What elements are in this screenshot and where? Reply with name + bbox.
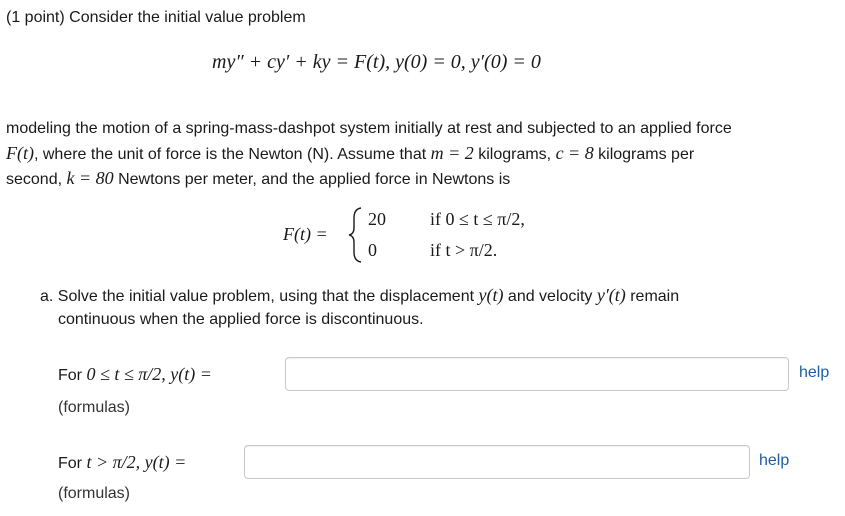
- piecewise-lhs: F(t) =: [283, 224, 328, 244]
- force-symbol: F(t): [6, 143, 34, 163]
- answer-2-prefix: For: [58, 455, 87, 472]
- paragraph-line-3: second, k = 80 Newtons per meter, and th…: [6, 168, 510, 190]
- answer-2-formulas-link[interactable]: (formulas): [58, 484, 130, 504]
- answer-1-input[interactable]: [285, 357, 789, 391]
- paragraph-line-2: F(t), where the unit of force is the New…: [6, 143, 694, 165]
- answer-2-condition: t > π/2, y(t) =: [86, 452, 187, 472]
- answer-2-label: For t > π/2, y(t) =: [58, 452, 186, 474]
- piecewise-brace: [348, 207, 362, 263]
- piecewise-value-2: 0: [368, 240, 377, 260]
- spring-value: k = 80: [66, 168, 114, 188]
- velocity-symbol: y′(t): [596, 285, 626, 305]
- part-a-text: and velocity: [503, 288, 597, 305]
- answer-1-prefix: For: [58, 367, 87, 384]
- para-text: Newtons per meter, and the applied force…: [113, 171, 511, 188]
- part-a-text: a. Solve the initial value problem, usin…: [40, 288, 479, 305]
- para-text: , where the unit of force is the Newton …: [33, 146, 431, 163]
- paragraph-line-1: modeling the motion of a spring-mass-das…: [6, 120, 732, 137]
- answer-2-help-link[interactable]: help: [759, 452, 789, 470]
- para-text: second,: [6, 171, 67, 188]
- displacement-symbol: y(t): [478, 285, 504, 305]
- piecewise-value-1: 20: [368, 209, 386, 229]
- answer-1-label: For 0 ≤ t ≤ π/2, y(t) =: [58, 364, 212, 386]
- answer-1-formulas-link[interactable]: (formulas): [58, 398, 130, 418]
- part-a-text: remain: [625, 288, 680, 305]
- answer-2-input[interactable]: [244, 445, 750, 479]
- damping-value: c = 8: [555, 143, 594, 163]
- piecewise-condition-1: if 0 ≤ t ≤ π/2,: [430, 209, 525, 229]
- main-equation: my″ + cy′ + ky = F(t), y(0) = 0, y′(0) =…: [212, 51, 541, 73]
- problem-header: (1 point) Consider the initial value pro…: [6, 9, 306, 26]
- part-a-line-1: a. Solve the initial value problem, usin…: [40, 285, 679, 307]
- part-a-line-2: continuous when the applied force is dis…: [58, 311, 424, 328]
- para-text: kilograms per: [593, 146, 695, 163]
- para-text: kilograms,: [473, 146, 556, 163]
- mass-value: m = 2: [430, 143, 474, 163]
- answer-1-condition: 0 ≤ t ≤ π/2, y(t) =: [86, 364, 212, 384]
- piecewise-condition-2: if t > π/2.: [430, 240, 498, 260]
- answer-1-help-link[interactable]: help: [799, 364, 829, 382]
